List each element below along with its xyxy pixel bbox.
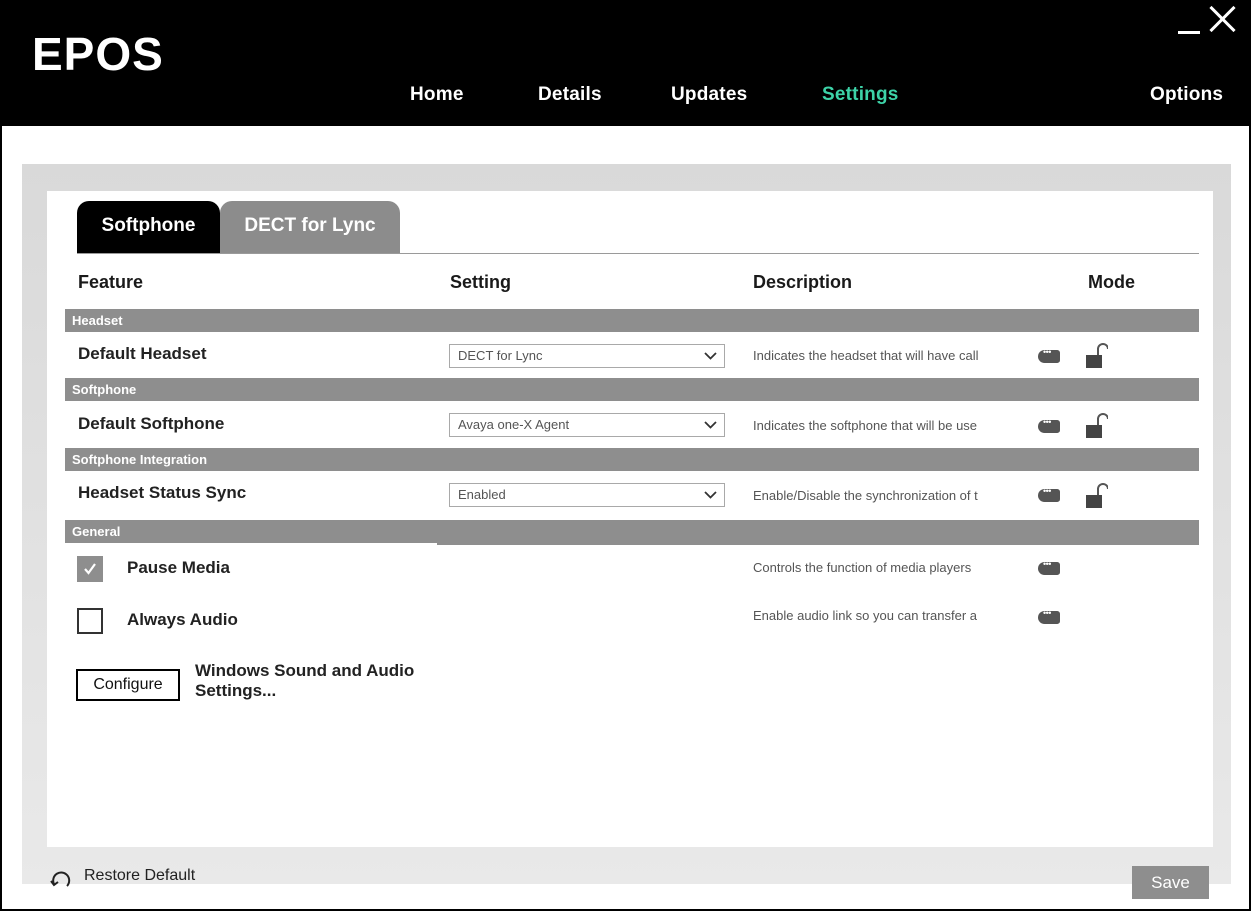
headset-status-sync-select[interactable]: Enabled xyxy=(449,483,725,507)
section-header-general: General xyxy=(65,520,437,543)
default-softphone-value: Avaya one-X Agent xyxy=(458,417,570,432)
default-headset-description: Indicates the headset that will have cal… xyxy=(753,348,979,363)
configure-description: Windows Sound and Audio Settings... xyxy=(195,661,415,700)
section-bar-extension xyxy=(437,520,1199,545)
nav-details[interactable]: Details xyxy=(538,84,602,106)
unlocked-padlock-icon[interactable] xyxy=(1086,342,1108,368)
pause-media-description: Controls the function of media players xyxy=(753,560,972,575)
column-header-setting: Setting xyxy=(450,272,511,292)
pause-media-label: Pause Media xyxy=(127,558,230,577)
nav-settings[interactable]: Settings xyxy=(822,84,899,106)
section-header-softphone: Softphone xyxy=(65,378,1199,401)
more-info-icon[interactable] xyxy=(1038,486,1060,502)
app-window: EPOS Home Details Updates Settings Optio… xyxy=(0,0,1251,911)
nav-updates[interactable]: Updates xyxy=(671,84,747,106)
default-headset-select[interactable]: DECT for Lync xyxy=(449,344,725,368)
section-header-headset: Headset xyxy=(65,309,1199,332)
default-softphone-description: Indicates the softphone that will be use xyxy=(753,418,978,433)
always-audio-checkbox[interactable] xyxy=(77,608,103,634)
more-info-icon[interactable] xyxy=(1038,608,1060,624)
minimize-button[interactable] xyxy=(1176,6,1204,38)
default-headset-value: DECT for Lync xyxy=(458,348,543,363)
tab-softphone[interactable]: Softphone xyxy=(77,201,220,253)
headset-status-sync-value: Enabled xyxy=(458,487,506,502)
unlocked-padlock-icon[interactable] xyxy=(1086,482,1108,508)
column-header-description: Description xyxy=(753,272,853,292)
always-audio-label: Always Audio xyxy=(127,610,238,629)
restore-default-label: Restore Default xyxy=(84,867,196,884)
more-info-icon[interactable] xyxy=(1038,347,1060,363)
section-header-softphone-integration: Softphone Integration xyxy=(65,448,1199,471)
unlocked-padlock-icon[interactable] xyxy=(1086,412,1108,438)
epos-logo: EPOS xyxy=(32,28,164,78)
row-label-default-headset: Default Headset xyxy=(78,344,207,363)
nav-options[interactable]: Options xyxy=(1150,84,1223,106)
column-header-mode: Mode xyxy=(1088,272,1135,292)
chevron-down-icon xyxy=(704,421,717,429)
chevron-down-icon xyxy=(704,352,717,360)
svg-text:EPOS: EPOS xyxy=(32,28,164,78)
default-softphone-select[interactable]: Avaya one-X Agent xyxy=(449,413,725,437)
tab-dect-for-lync[interactable]: DECT for Lync xyxy=(220,201,400,253)
restore-icon xyxy=(50,871,71,887)
more-info-icon[interactable] xyxy=(1038,417,1060,433)
tab-divider xyxy=(77,253,1199,254)
column-header-feature: Feature xyxy=(78,272,144,292)
checkmark-icon xyxy=(84,563,96,575)
more-info-icon[interactable] xyxy=(1038,559,1060,575)
always-audio-description: Enable audio link so you can transfer a xyxy=(753,608,978,623)
settings-panel xyxy=(47,191,1213,847)
close-button[interactable] xyxy=(1208,4,1238,34)
header-bar: EPOS Home Details Updates Settings Optio… xyxy=(2,0,1251,126)
pause-media-checkbox[interactable] xyxy=(77,556,103,582)
nav-home[interactable]: Home xyxy=(410,84,464,106)
configure-button[interactable]: Configure xyxy=(76,669,180,701)
chevron-down-icon xyxy=(704,491,717,499)
row-label-default-softphone: Default Softphone xyxy=(78,414,225,433)
headset-status-sync-description: Enable/Disable the synchronization of t xyxy=(753,488,978,503)
row-label-headset-status-sync: Headset Status Sync xyxy=(78,483,247,502)
save-button[interactable]: Save xyxy=(1132,866,1209,899)
